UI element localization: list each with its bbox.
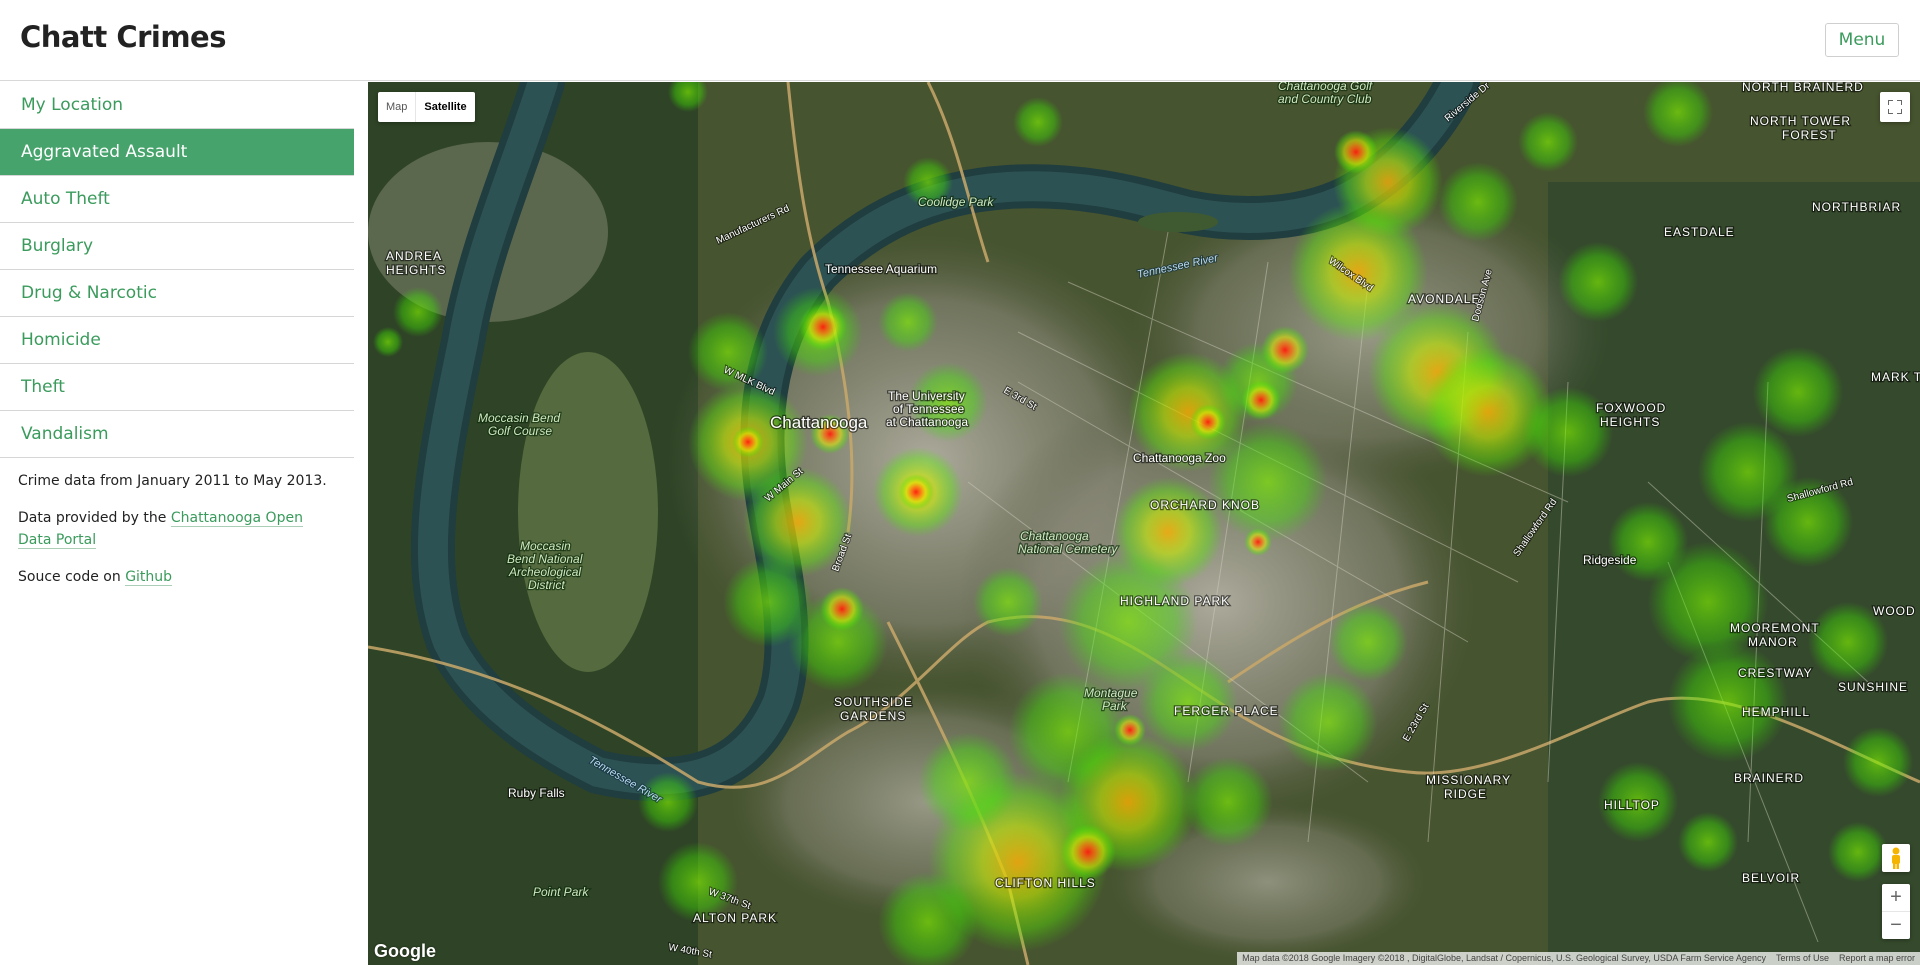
label-mooremont-line2: MANOR <box>1748 635 1798 649</box>
street-view-pegman-button[interactable] <box>1882 844 1910 872</box>
map-type-control: Map Satellite <box>378 92 475 122</box>
label-southside-line1: SOUTHSIDE <box>834 695 913 709</box>
map-type-map-button[interactable]: Map <box>378 92 415 122</box>
label-ferger-place: FERGER PLACE <box>1174 704 1279 718</box>
label-clifton-hills: CLIFTON HILLS <box>995 876 1096 890</box>
label-foxwood-line1: FOXWOOD <box>1596 401 1666 415</box>
label-mark-twain: MARK TWA <box>1871 370 1920 384</box>
label-hilltop: HILLTOP <box>1604 798 1660 812</box>
date-range-text: Crime data from January 2011 to May 2013… <box>18 473 327 489</box>
label-moccasin-golf-line2: Golf Course <box>488 424 552 438</box>
fullscreen-icon <box>1888 100 1902 114</box>
label-andrea-line1: ANDREA <box>386 249 442 263</box>
data-provider-text: Data provided by the Chattanooga Open Da… <box>18 507 336 551</box>
label-southside-line2: GARDENS <box>840 709 906 723</box>
sidebar-info: Crime data from January 2011 to May 2013… <box>0 458 354 588</box>
label-avondale: AVONDALE <box>1408 292 1480 306</box>
source-code-prefix: Souce code on <box>18 569 126 585</box>
source-code-text: Souce code on Github <box>18 566 336 588</box>
label-utc-line3: at Chattanooga <box>886 415 968 429</box>
label-moccasin-arch-line2: Bend National <box>507 552 583 566</box>
label-utc-line2: of Tennessee <box>893 402 964 416</box>
attribution-text: Map data ©2018 Google Imagery ©2018 , Di… <box>1242 953 1766 963</box>
label-moccasin-golf-line1: Moccasin Bend <box>478 411 560 425</box>
label-moccasin-arch-line3: Archeological <box>508 565 581 579</box>
zoom-out-button[interactable]: − <box>1882 911 1910 938</box>
label-montague-line2: Park <box>1102 699 1128 713</box>
satellite-map-canvas: Chattanooga Tennessee Aquarium The Unive… <box>368 82 1920 965</box>
zoom-in-button[interactable]: + <box>1882 884 1910 911</box>
label-utc-line1: The University <box>888 389 965 403</box>
label-andrea-line2: HEIGHTS <box>386 263 446 277</box>
sidebar-item-homicide[interactable]: Homicide <box>0 317 354 364</box>
label-tennessee-aquarium: Tennessee Aquarium <box>825 262 937 276</box>
pegman-icon <box>1892 847 1900 869</box>
crime-heatmap-map[interactable]: Chattanooga Tennessee Aquarium The Unive… <box>368 82 1920 965</box>
fullscreen-button[interactable] <box>1880 92 1910 122</box>
label-alton-park: ALTON PARK <box>693 911 777 925</box>
label-highland-park: HIGHLAND PARK <box>1120 594 1230 608</box>
label-north-tower-line2: FOREST <box>1782 128 1837 142</box>
label-mooremont-line1: MOOREMONT <box>1730 621 1820 635</box>
report-map-error-link[interactable]: Report a map error <box>1834 952 1920 965</box>
label-moccasin-arch-line1: Moccasin <box>520 539 571 553</box>
sidebar-item-aggravated-assault[interactable]: Aggravated Assault <box>0 129 354 176</box>
label-natl-cemetery-line1: Chattanooga <box>1020 529 1089 543</box>
label-point-park: Point Park <box>533 885 589 899</box>
label-north-tower-line1: NORTH TOWER <box>1750 114 1851 128</box>
sidebar-item-theft[interactable]: Theft <box>0 364 354 411</box>
label-montague-line1: Montague <box>1084 686 1138 700</box>
label-crestway: CRESTWAY <box>1738 666 1813 680</box>
label-north-brainerd: NORTH BRAINERD <box>1742 82 1864 94</box>
label-orchard-knob: ORCHARD KNOB <box>1150 498 1260 512</box>
sidebar-item-vandalism[interactable]: Vandalism <box>0 411 354 458</box>
label-moccasin-arch-line4: District <box>528 578 565 592</box>
label-missionary-line1: MISSIONARY <box>1426 773 1511 787</box>
label-golf-club-line2: and Country Club <box>1278 92 1372 106</box>
map-type-satellite-button[interactable]: Satellite <box>415 92 474 122</box>
terms-of-use-link[interactable]: Terms of Use <box>1771 952 1834 965</box>
label-hemphill: HEMPHILL <box>1742 705 1810 719</box>
label-sunshine: SUNSHINE <box>1838 680 1908 694</box>
label-ruby-falls: Ruby Falls <box>508 786 565 800</box>
label-coolidge-park: Coolidge Park <box>918 195 994 209</box>
sidebar: My Location Aggravated Assault Auto Thef… <box>0 82 354 965</box>
moccasin-bend-fields <box>518 352 658 672</box>
app-header: Chatt Crimes Menu <box>0 0 1920 81</box>
menu-button[interactable]: Menu <box>1825 23 1899 57</box>
label-ridgeside: Ridgeside <box>1583 553 1637 567</box>
sidebar-item-auto-theft[interactable]: Auto Theft <box>0 176 354 223</box>
label-chattanooga-zoo: Chattanooga Zoo <box>1133 451 1226 465</box>
sidebar-item-burglary[interactable]: Burglary <box>0 223 354 270</box>
sidebar-item-my-location[interactable]: My Location <box>0 82 354 129</box>
label-brainerd: BRAINERD <box>1734 771 1804 785</box>
label-northbriar: NORTHBRIAR <box>1812 200 1901 214</box>
label-wood: WOOD <box>1873 604 1916 618</box>
label-foxwood-line2: HEIGHTS <box>1600 415 1660 429</box>
label-chattanooga: Chattanooga <box>770 413 868 432</box>
data-provider-prefix: Data provided by the <box>18 510 171 526</box>
maclellan-island <box>1138 212 1218 232</box>
label-eastdale: EASTDALE <box>1664 225 1735 239</box>
label-natl-cemetery-line2: National Cemetery <box>1018 542 1118 556</box>
map-attribution: Map data ©2018 Google Imagery ©2018 , Di… <box>1237 952 1920 965</box>
label-missionary-line2: RIDGE <box>1444 787 1487 801</box>
zoom-control: + − <box>1882 884 1910 939</box>
app-title: Chatt Crimes <box>20 20 227 54</box>
google-logo: Google <box>374 941 436 961</box>
github-link[interactable]: Github <box>125 569 173 586</box>
sidebar-item-drug-narcotic[interactable]: Drug & Narcotic <box>0 270 354 317</box>
label-belvoir: BELVOIR <box>1742 871 1800 885</box>
